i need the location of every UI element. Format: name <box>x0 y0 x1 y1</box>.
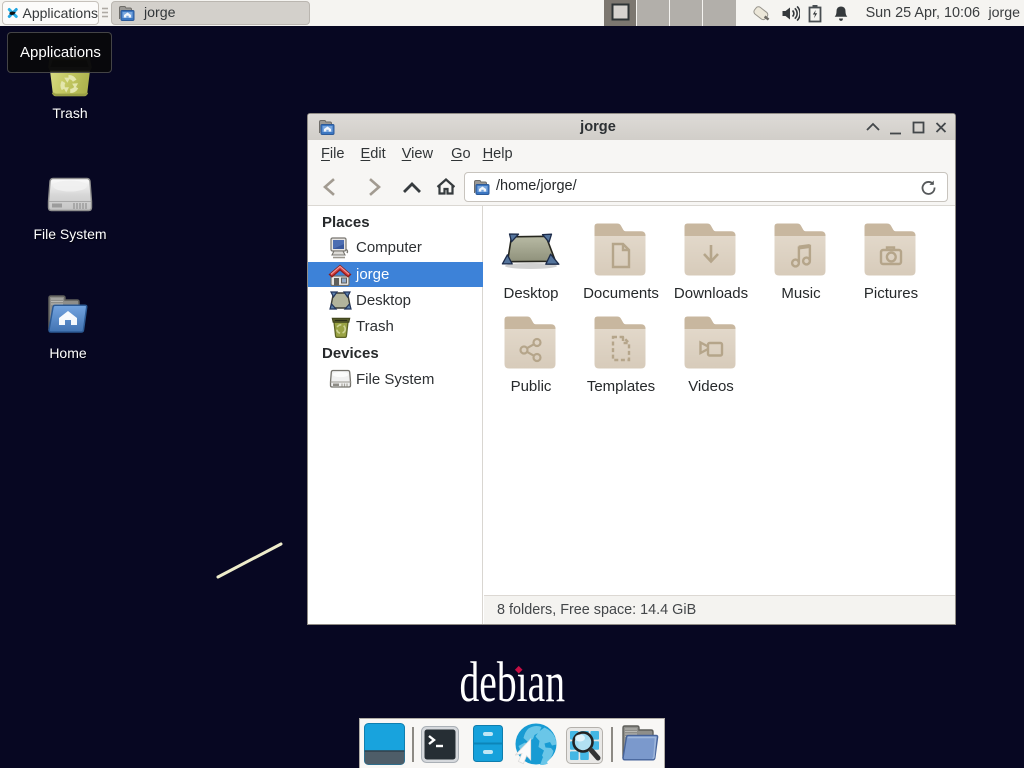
svg-text:debıan: debıan <box>459 650 565 714</box>
